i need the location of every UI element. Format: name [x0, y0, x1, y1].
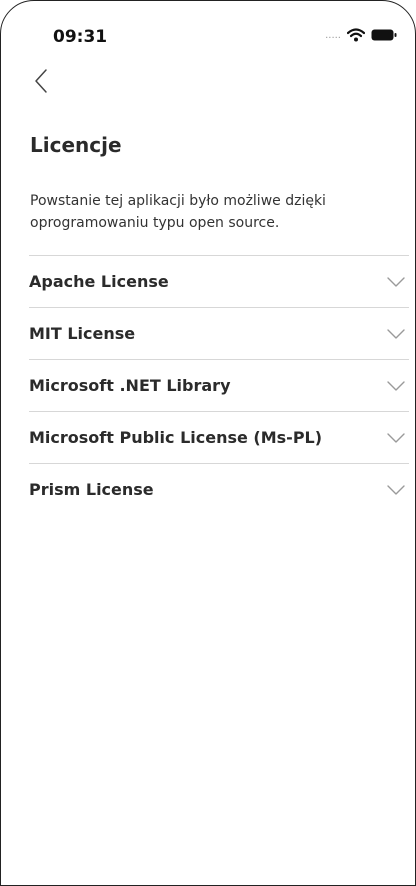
license-label: Prism License: [29, 480, 154, 499]
back-button[interactable]: [29, 69, 53, 97]
status-icons: .....: [325, 27, 397, 43]
license-list: Apache License MIT License Microsoft .NE…: [29, 255, 409, 515]
chevron-down-icon: [387, 380, 405, 391]
chevron-down-icon: [387, 484, 405, 495]
license-item-prism[interactable]: Prism License: [29, 464, 409, 515]
battery-icon: [371, 28, 397, 42]
license-label: Microsoft .NET Library: [29, 376, 231, 395]
chevron-left-icon: [34, 68, 48, 98]
chevron-down-icon: [387, 432, 405, 443]
signal-icon: .....: [325, 29, 341, 41]
status-time: 09:31: [53, 27, 108, 47]
page-title: Licencje: [30, 133, 122, 157]
license-item-ms-pl[interactable]: Microsoft Public License (Ms-PL): [29, 412, 409, 464]
license-label: Microsoft Public License (Ms-PL): [29, 428, 323, 447]
status-bar: 09:31 .....: [1, 1, 415, 47]
chevron-down-icon: [387, 276, 405, 287]
license-item-microsoft-net[interactable]: Microsoft .NET Library: [29, 360, 409, 412]
license-label: MIT License: [29, 324, 136, 343]
phone-screen: 09:31 ..... Licencje Powstanie tej aplik…: [0, 0, 416, 886]
page-description: Powstanie tej aplikacji było możliwe dzi…: [30, 193, 326, 231]
chevron-down-icon: [387, 328, 405, 339]
license-label: Apache License: [29, 272, 169, 291]
license-item-mit[interactable]: MIT License: [29, 308, 409, 360]
license-item-apache[interactable]: Apache License: [29, 256, 409, 308]
wifi-icon: [347, 28, 365, 42]
